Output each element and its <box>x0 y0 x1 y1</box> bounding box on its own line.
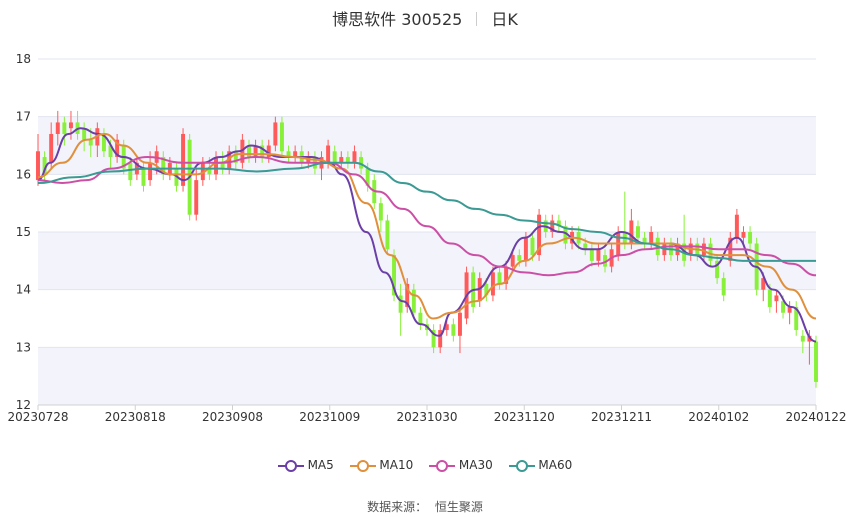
candle <box>622 191 627 250</box>
candle <box>181 128 186 192</box>
candle-body <box>451 324 456 336</box>
candle-body <box>721 278 726 296</box>
candle-body <box>418 312 423 325</box>
candle-body <box>497 272 502 284</box>
candle-body <box>49 133 54 163</box>
candle-body <box>273 122 278 146</box>
candle-body <box>352 151 357 163</box>
candle-body <box>55 122 60 134</box>
candle-body <box>649 232 654 244</box>
source-label: 数据来源： <box>367 500 428 514</box>
legend-item-ma60[interactable]: MA60 <box>508 458 573 472</box>
candle-body <box>701 243 706 256</box>
candle-body <box>767 289 772 307</box>
legend-label-ma5: MA5 <box>307 458 334 472</box>
candle-body <box>36 151 40 181</box>
x-tick-label: 20231120 <box>494 410 555 424</box>
y-tick-label: 17 <box>16 110 31 124</box>
candle-body <box>774 295 779 302</box>
candle-body <box>510 255 515 267</box>
legend-item-ma10[interactable]: MA10 <box>349 458 414 472</box>
candle-body <box>378 203 383 221</box>
candle <box>385 214 390 256</box>
y-tick-label: 14 <box>16 283 31 297</box>
x-tick-label: 20230728 <box>7 410 68 424</box>
candle-body <box>741 232 746 238</box>
candle <box>194 168 199 221</box>
candle-body <box>279 122 284 152</box>
candle <box>398 283 403 336</box>
x-tick-label: 20240102 <box>688 410 749 424</box>
candle-body <box>457 312 462 336</box>
x-tick-label: 20231211 <box>591 410 652 424</box>
y-tick-label: 16 <box>16 167 31 181</box>
candle-body <box>214 157 218 175</box>
candle <box>279 116 284 158</box>
candle-body <box>517 255 522 261</box>
candle-body <box>385 220 390 250</box>
kline-chart: 1213141516171820230728 20230818 20230908 20… <box>7 52 846 424</box>
candle <box>814 335 818 388</box>
candle-body <box>332 151 337 163</box>
candle-body <box>636 226 640 238</box>
candle-body <box>523 237 528 261</box>
candle-body <box>748 232 753 244</box>
candle-body <box>62 122 67 134</box>
candle <box>418 306 423 331</box>
legend-item-ma5[interactable]: MA5 <box>277 458 334 472</box>
legend-label-ma30: MA30 <box>458 458 493 472</box>
candle-body <box>589 249 594 261</box>
candle-body <box>530 237 535 256</box>
x-tick-label: 20231009 <box>299 410 360 424</box>
y-tick-label: 13 <box>16 340 31 354</box>
candle-body <box>596 249 601 261</box>
candle-body <box>326 145 331 163</box>
candle-body <box>88 139 93 146</box>
grid-band <box>38 232 816 290</box>
candle-body <box>814 341 818 382</box>
x-tick-label: 20240122 <box>785 410 846 424</box>
candle-body <box>128 162 133 181</box>
candle-body <box>181 133 186 186</box>
source-value: 恒生聚源 <box>434 500 483 514</box>
y-tick-label: 18 <box>16 52 31 66</box>
candle <box>537 208 542 261</box>
data-source: 数据来源： 恒生聚源 <box>0 498 850 515</box>
candle-body <box>800 335 805 342</box>
candle-body <box>68 122 73 129</box>
x-tick-label: 20230908 <box>202 410 263 424</box>
candle-body <box>411 289 416 313</box>
candle-body <box>141 168 146 186</box>
candle <box>556 214 561 232</box>
x-tick-label: 20230818 <box>105 410 166 424</box>
candle <box>774 289 779 313</box>
candle-body <box>490 272 495 296</box>
candle <box>451 318 456 342</box>
candle-body <box>734 214 739 238</box>
legend-label-ma10: MA10 <box>379 458 414 472</box>
y-tick-label: 15 <box>16 225 31 239</box>
candle <box>794 301 799 336</box>
x-tick-label: 20231030 <box>396 410 457 424</box>
legend-item-ma30[interactable]: MA30 <box>429 458 493 472</box>
legend-label-ma60: MA60 <box>538 458 573 472</box>
candle <box>457 306 462 354</box>
grid-band <box>38 347 816 405</box>
candle <box>378 197 383 232</box>
candle-body <box>194 180 199 215</box>
legend: MA5 MA10 MA30 MA60 <box>0 458 850 472</box>
candle-body <box>148 162 153 181</box>
